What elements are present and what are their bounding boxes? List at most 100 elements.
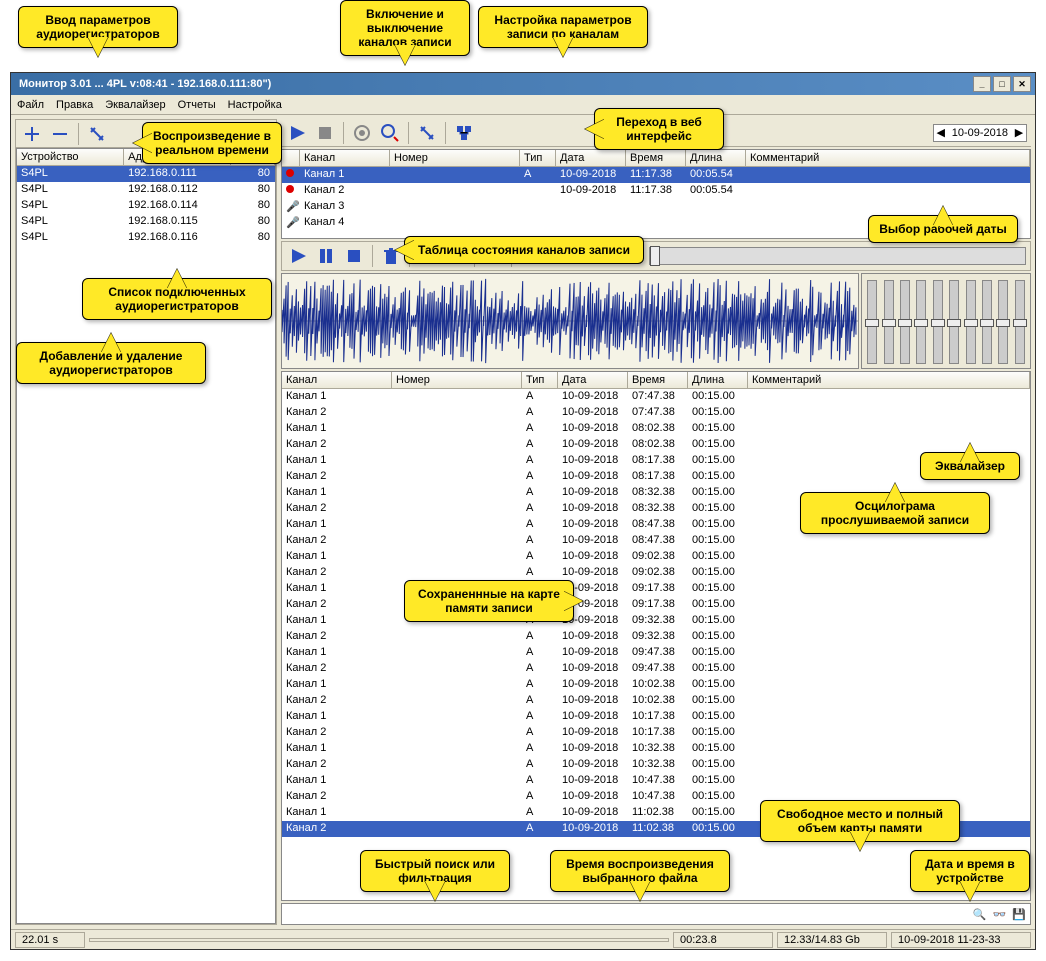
rcol-comment[interactable]: Комментарий <box>748 372 1030 388</box>
add-device-button[interactable] <box>20 122 44 146</box>
table-row[interactable]: Канал 1A10-09-201808:17.3800:15.00 <box>282 453 1030 469</box>
table-row[interactable]: Канал 2A10-09-201810:02.3800:15.00 <box>282 693 1030 709</box>
table-row[interactable]: S4PL192.168.0.11280 <box>17 182 275 198</box>
eq-band-4[interactable] <box>916 280 926 364</box>
table-row[interactable]: S4PL192.168.0.11180 <box>17 166 275 182</box>
minimize-button[interactable]: _ <box>973 76 991 92</box>
window-title: Монитор 3.01 ... 4PL v:08:41 - 192.168.0… <box>15 78 971 90</box>
table-row[interactable]: S4PL192.168.0.11680 <box>17 230 275 246</box>
table-row[interactable]: Канал 1A10-09-201809:02.3800:15.00 <box>282 549 1030 565</box>
menu-settings[interactable]: Настройка <box>228 99 282 111</box>
callout-chan-table: Таблица состояния каналов записи <box>404 236 644 264</box>
remove-device-button[interactable] <box>48 122 72 146</box>
callout-playtime: Время воспроизведения выбранного файла <box>550 850 730 892</box>
eq-band-6[interactable] <box>949 280 959 364</box>
callout-devtime: Дата и время в устройстве <box>910 850 1030 892</box>
eq-band-10[interactable] <box>1015 280 1025 364</box>
status-devtime: 10-09-2018 11-23-33 <box>891 932 1031 948</box>
eq-band-5[interactable] <box>933 280 943 364</box>
stop2-button[interactable] <box>342 244 366 268</box>
date-value: 10-09-2018 <box>948 127 1012 139</box>
col-device[interactable]: Устройство <box>17 149 124 165</box>
table-row[interactable]: Канал 1A10-09-201809:32.3800:15.00 <box>282 613 1030 629</box>
device-settings-button[interactable] <box>85 122 109 146</box>
table-row[interactable]: Канал 2A10-09-201809:32.3800:15.00 <box>282 629 1030 645</box>
table-row[interactable]: Канал 1A10-09-201810:17.3800:15.00 <box>282 709 1030 725</box>
table-row[interactable]: Канал 210-09-201811:17.3800:05.54 <box>282 183 1030 199</box>
table-row[interactable]: Канал 1A10-09-201807:47.3800:15.00 <box>282 389 1030 405</box>
table-row[interactable]: Канал 2A10-09-201808:17.3800:15.00 <box>282 469 1030 485</box>
col-channel[interactable]: Канал <box>300 150 390 166</box>
menu-eq[interactable]: Эквалайзер <box>105 99 165 111</box>
eq-band-1[interactable] <box>867 280 877 364</box>
table-row[interactable]: Канал 1A10-09-201809:17.3800:15.00 <box>282 581 1030 597</box>
position-slider[interactable] <box>649 247 1026 265</box>
equalizer[interactable] <box>861 273 1031 369</box>
menu-edit[interactable]: Правка <box>56 99 93 111</box>
rcol-channel[interactable]: Канал <box>282 372 392 388</box>
web-button[interactable] <box>452 121 476 145</box>
table-row[interactable]: Канал 2A10-09-201808:02.3800:15.00 <box>282 437 1030 453</box>
col-date[interactable]: Дата <box>556 150 626 166</box>
drive-icon[interactable]: 💾 <box>1012 908 1026 921</box>
col-length[interactable]: Длина <box>686 150 746 166</box>
stop-record-button[interactable] <box>378 121 402 145</box>
pause-button[interactable] <box>314 244 338 268</box>
menubar: Файл Правка Эквалайзер Отчеты Настройка <box>11 95 1035 115</box>
date-selector[interactable]: ◀ 10-09-2018 ▶ <box>933 124 1027 142</box>
record-button[interactable] <box>350 121 374 145</box>
rcol-number[interactable]: Номер <box>392 372 522 388</box>
table-row[interactable]: Канал 2A10-09-201809:17.3800:15.00 <box>282 597 1030 613</box>
table-row[interactable]: Канал 1A10-09-201809:47.3800:15.00 <box>282 645 1030 661</box>
col-number[interactable]: Номер <box>390 150 520 166</box>
stop-button[interactable] <box>313 121 337 145</box>
callout-web: Переход в веб интерфейс <box>594 108 724 150</box>
rcol-date[interactable]: Дата <box>558 372 628 388</box>
callout-date: Выбор рабочей даты <box>868 215 1018 243</box>
menu-reports[interactable]: Отчеты <box>178 99 216 111</box>
table-row[interactable]: S4PL192.168.0.11480 <box>17 198 275 214</box>
callout-disk: Свободное место и полный объем карты пам… <box>760 800 960 842</box>
maximize-button[interactable]: □ <box>993 76 1011 92</box>
table-row[interactable]: Канал 2A10-09-201808:47.3800:15.00 <box>282 533 1030 549</box>
waveform-display[interactable] <box>281 273 859 369</box>
table-row[interactable]: Канал 2A10-09-201810:17.3800:15.00 <box>282 725 1030 741</box>
table-row[interactable]: Канал 2A10-09-201809:02.3800:15.00 <box>282 565 1030 581</box>
play2-button[interactable] <box>286 244 310 268</box>
table-row[interactable]: Канал 1A10-09-201810:02.3800:15.00 <box>282 677 1030 693</box>
rcol-type[interactable]: Тип <box>522 372 558 388</box>
col-icon[interactable] <box>282 150 300 166</box>
callout-realtime: Воспроизведение в реальном времени <box>142 122 282 164</box>
status-playtime: 00:23.8 <box>673 932 773 948</box>
channel-settings-button[interactable] <box>415 121 439 145</box>
table-row[interactable]: Канал 2A10-09-201807:47.3800:15.00 <box>282 405 1030 421</box>
col-time[interactable]: Время <box>626 150 686 166</box>
close-button[interactable]: ✕ <box>1013 76 1031 92</box>
col-comment[interactable]: Комментарий <box>746 150 1030 166</box>
table-row[interactable]: Канал 1A10-09-201808:02.3800:15.00 <box>282 421 1030 437</box>
binoculars-icon[interactable]: 👓 <box>993 908 1007 921</box>
table-row[interactable]: S4PL192.168.0.11580 <box>17 214 275 230</box>
date-next-icon[interactable]: ▶ <box>1012 125 1026 141</box>
date-prev-icon[interactable]: ◀ <box>934 125 948 141</box>
eq-band-2[interactable] <box>884 280 894 364</box>
table-row[interactable]: Канал 1A10-09-201810:47.3800:15.00 <box>282 773 1030 789</box>
search-bar[interactable]: 🔍 👓 💾 <box>281 903 1031 925</box>
table-row[interactable]: Канал 1A10-09-201811:17.3800:05.54 <box>282 167 1030 183</box>
rcol-length[interactable]: Длина <box>688 372 748 388</box>
eq-band-7[interactable] <box>966 280 976 364</box>
status-seconds: 22.01 s <box>15 932 85 948</box>
menu-file[interactable]: Файл <box>17 99 44 111</box>
eq-band-3[interactable] <box>900 280 910 364</box>
eq-band-8[interactable] <box>982 280 992 364</box>
table-row[interactable]: Канал 1A10-09-201810:32.3800:15.00 <box>282 741 1030 757</box>
eq-band-9[interactable] <box>998 280 1008 364</box>
table-row[interactable]: 🎤Канал 3 <box>282 199 1030 215</box>
play-button[interactable] <box>285 121 309 145</box>
titlebar: Монитор 3.01 ... 4PL v:08:41 - 192.168.0… <box>11 73 1035 95</box>
table-row[interactable]: Канал 2A10-09-201810:32.3800:15.00 <box>282 757 1030 773</box>
col-type[interactable]: Тип <box>520 150 556 166</box>
rcol-time[interactable]: Время <box>628 372 688 388</box>
table-row[interactable]: Канал 2A10-09-201809:47.3800:15.00 <box>282 661 1030 677</box>
device-table[interactable]: Устройство Адрес Порт S4PL192.168.0.1118… <box>16 148 276 924</box>
